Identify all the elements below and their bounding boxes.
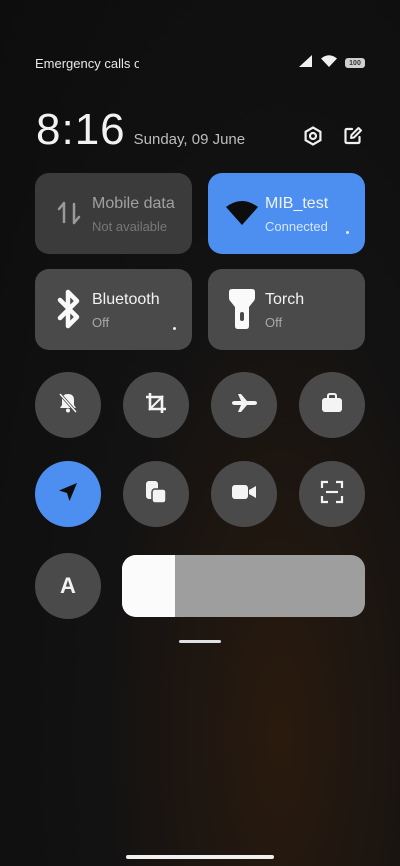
scanner-icon [320,480,344,509]
airplane-mode-toggle[interactable] [211,372,277,438]
briefcase-icon [321,392,343,418]
reading-mode-toggle[interactable] [123,461,189,527]
mute-bell-icon [57,392,79,419]
status-icons: 100 [299,54,365,72]
cell-signal-icon [299,54,313,72]
mobile-data-icon [49,193,89,233]
scanner-toggle[interactable] [299,461,365,527]
clock-row: 8:16 Sunday, 09 June [36,104,365,152]
home-indicator[interactable] [126,855,274,859]
wifi-network-name: MIB_test [265,195,329,212]
mobile-data-status: Not available [92,219,168,234]
auto-brightness-button[interactable]: A [35,553,101,619]
wifi-status: Connected [265,219,328,234]
clock-time[interactable]: 8:16 [36,108,126,152]
second-space-toggle[interactable] [299,372,365,438]
screenshot-toggle[interactable] [123,372,189,438]
torch-icon [222,289,262,329]
torch-title: Torch [265,291,305,308]
wifi-icon [321,54,337,72]
battery-icon: 100 [345,58,365,68]
panel-drag-handle[interactable] [179,640,221,643]
wifi-icon [222,193,262,233]
date-text[interactable]: Sunday, 09 June [134,131,245,148]
wifi-more-indicator [346,231,349,234]
settings-icon[interactable] [301,124,325,148]
screen-recorder-toggle[interactable] [211,461,277,527]
screenshot-crop-icon [144,391,168,420]
screen-recorder-icon [231,483,257,506]
airplane-mode-icon [230,393,258,418]
torch-status: Off [265,315,283,330]
status-bar: Emergency calls o 100 [35,54,365,72]
location-toggle[interactable] [35,461,101,527]
bluetooth-title: Bluetooth [92,291,160,308]
brightness-slider[interactable] [122,555,365,617]
mobile-data-title: Mobile data [92,195,175,212]
wifi-tile[interactable]: MIB_test Connected [208,173,365,254]
carrier-status-text: Emergency calls o [35,55,139,71]
brightness-slider-fill[interactable] [122,555,176,617]
bluetooth-tile[interactable]: Bluetooth Off [35,269,192,350]
auto-brightness-label: A [60,573,76,598]
silent-mode-toggle[interactable] [35,372,101,438]
bluetooth-icon [49,289,89,329]
bluetooth-status: Off [92,315,110,330]
torch-tile[interactable]: Torch Off [208,269,365,350]
mobile-data-tile[interactable]: Mobile data Not available [35,173,192,254]
edit-icon[interactable] [341,124,365,148]
bluetooth-more-indicator [173,327,176,330]
reading-mode-icon [145,480,167,509]
location-icon [57,481,79,508]
